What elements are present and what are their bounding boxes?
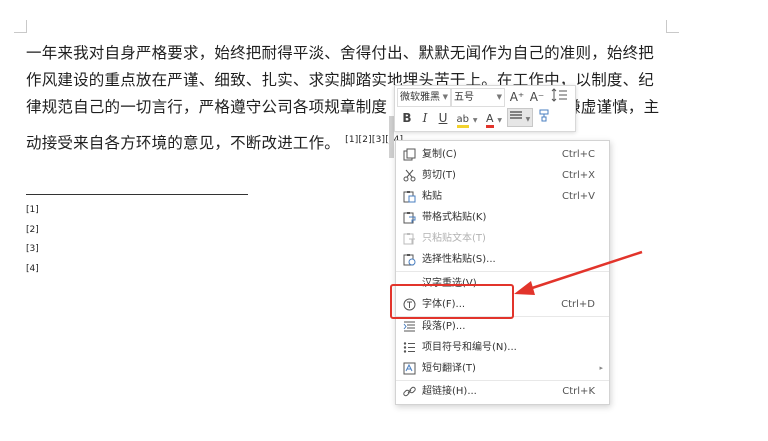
annotation-arrow-icon [514, 250, 643, 295]
